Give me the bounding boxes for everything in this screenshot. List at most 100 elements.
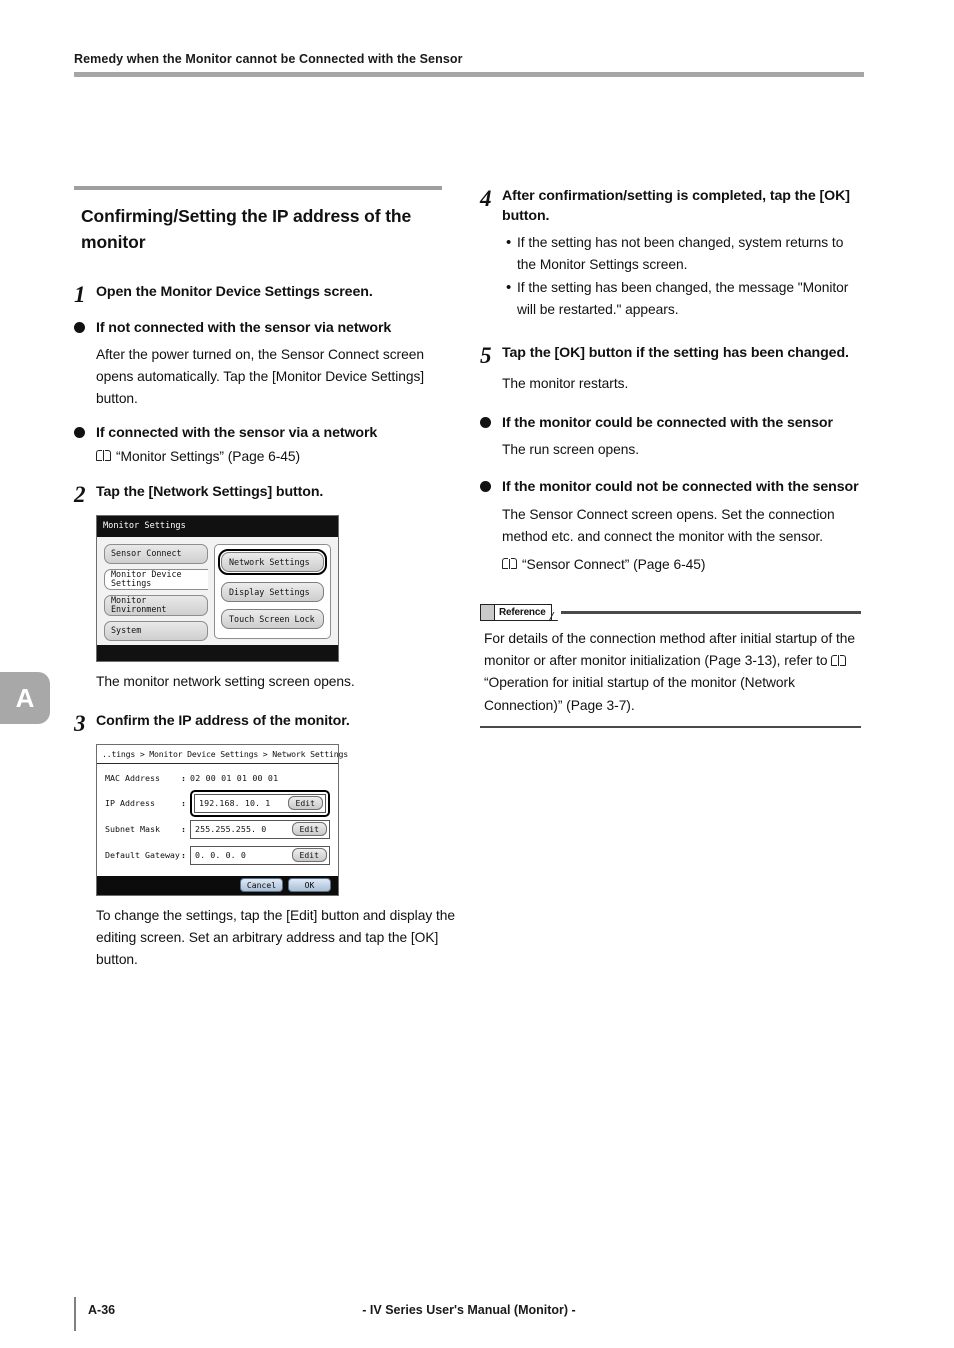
display-settings-button[interactable]: Display Settings bbox=[221, 582, 324, 603]
side-tab-label: A bbox=[15, 682, 35, 713]
right-bullet-2-heading: If the monitor could not be connected wi… bbox=[480, 477, 861, 497]
step-5-number: 5 bbox=[480, 342, 492, 368]
right-bullet-2-body: The Sensor Connect screen opens. Set the… bbox=[502, 506, 835, 544]
step-4-text: After confirmation/setting is completed,… bbox=[502, 188, 850, 225]
filled-circle-icon bbox=[480, 477, 502, 493]
step-4-bullet-list: • If the setting has not been changed, s… bbox=[506, 232, 861, 320]
book-icon bbox=[502, 558, 517, 570]
step-2: 2 Tap the [Network Settings] button. bbox=[74, 482, 455, 506]
right-column: 4 After confirmation/setting is complete… bbox=[480, 186, 861, 729]
row-subnet-mask: Subnet Mask : 255.255.255. 0 Edit bbox=[105, 819, 330, 839]
page-footer: A-36 - IV Series User's Manual (Monitor)… bbox=[74, 1297, 864, 1331]
reference-body-part1: For details of the connection method aft… bbox=[484, 630, 856, 668]
row-mac-address: MAC Address : 02 00 01 01 00 01 bbox=[105, 772, 330, 785]
network-settings-button[interactable]: Network Settings bbox=[221, 552, 324, 573]
default-gateway-label: Default Gateway bbox=[105, 850, 180, 861]
step-1-number: 1 bbox=[74, 281, 86, 307]
reference-tag: Reference bbox=[480, 603, 552, 621]
cross-reference-label: “Monitor Settings” (Page 6-45) bbox=[116, 448, 301, 464]
step-1-bullet-2-heading: If connected with the sensor via a netwo… bbox=[74, 423, 455, 443]
tab-monitor-environment[interactable]: Monitor Environment bbox=[104, 594, 208, 616]
reference-body: For details of the connection method aft… bbox=[480, 621, 861, 726]
subnet-mask-field[interactable]: 255.255.255. 0 Edit bbox=[190, 819, 330, 839]
list-item: • If the setting has been changed, the m… bbox=[506, 277, 861, 321]
step-1-bullet-1-body: After the power turned on, the Sensor Co… bbox=[96, 346, 425, 407]
ip-address-highlight: 192.168. 10. 1 Edit bbox=[190, 789, 330, 817]
monitor-settings-footer-bar bbox=[97, 645, 338, 662]
network-settings-footer-bar: Cancel OK bbox=[97, 875, 338, 895]
bullet-dot-icon: • bbox=[506, 234, 512, 252]
step-3-number: 3 bbox=[74, 710, 86, 736]
reference-swatch-icon bbox=[481, 604, 495, 620]
default-gateway-field[interactable]: 0. 0. 0. 0 Edit bbox=[190, 845, 330, 865]
step-3: 3 Confirm the IP address of the monitor. bbox=[74, 711, 455, 735]
step-5-text: Tap the [OK] button if the setting has b… bbox=[502, 344, 849, 361]
ip-address-edit-button[interactable]: Edit bbox=[287, 796, 323, 811]
ip-address-value: 192.168. 10. 1 bbox=[199, 798, 271, 809]
monitor-settings-button-panel: Network Settings Display Settings Touch … bbox=[214, 544, 331, 640]
step-4-number: 4 bbox=[480, 186, 492, 211]
default-gateway-colon: : bbox=[181, 850, 186, 861]
step-2-caption: The monitor network setting screen opens… bbox=[96, 674, 355, 690]
network-settings-screenshot: ..tings > Monitor Device Settings > Netw… bbox=[96, 743, 348, 896]
network-settings-breadcrumb: ..tings > Monitor Device Settings > Netw… bbox=[97, 744, 348, 764]
mac-address-colon: : bbox=[181, 773, 186, 784]
filled-circle-icon bbox=[74, 318, 96, 333]
ip-address-field[interactable]: 192.168. 10. 1 Edit bbox=[194, 793, 326, 813]
bullet-heading-label: If the monitor could not be connected wi… bbox=[502, 479, 859, 496]
bullet-heading-label: If not connected with the sensor via net… bbox=[96, 319, 392, 336]
step-2-number: 2 bbox=[74, 482, 86, 508]
mac-address-label: MAC Address bbox=[105, 773, 160, 784]
step-3-text: Confirm the IP address of the monitor. bbox=[96, 712, 350, 729]
step-1: 1 Open the Monitor Device Settings scree… bbox=[74, 282, 455, 306]
page-running-header: Remedy when the Monitor cannot be Connec… bbox=[74, 52, 864, 77]
step-5: 5 Tap the [OK] button if the setting has… bbox=[480, 343, 861, 367]
ip-address-colon: : bbox=[181, 798, 186, 809]
reference-box-header: Reference bbox=[480, 603, 861, 621]
cancel-button[interactable]: Cancel bbox=[240, 878, 283, 893]
subnet-mask-value: 255.255.255. 0 bbox=[195, 824, 267, 835]
step-5-caption: The monitor restarts. bbox=[502, 375, 629, 391]
page-title: Confirming/Setting the IP address of the… bbox=[81, 206, 412, 253]
left-column: Confirming/Setting the IP address of the… bbox=[74, 186, 455, 978]
section-rule bbox=[74, 186, 442, 190]
book-icon bbox=[831, 654, 847, 667]
network-settings-body: MAC Address : 02 00 01 01 00 01 IP Addre… bbox=[97, 763, 338, 876]
ok-button[interactable]: OK bbox=[288, 878, 331, 893]
touch-screen-lock-button-wrap: Touch Screen Lock bbox=[221, 609, 324, 630]
bullet-heading-label: If the monitor could be connected with t… bbox=[502, 414, 833, 431]
list-item-label: If the setting has not been changed, sys… bbox=[517, 235, 844, 273]
row-ip-address: IP Address : 192.168. 10. 1 Edit bbox=[105, 789, 330, 817]
reference-box: Reference For details of the connection … bbox=[480, 603, 861, 729]
monitor-settings-titlebar: Monitor Settings bbox=[97, 516, 338, 538]
side-tab-marker-a: A bbox=[0, 672, 50, 724]
footer-manual-title: - IV Series User's Manual (Monitor) - bbox=[362, 1303, 576, 1317]
cross-reference-label: “Sensor Connect” (Page 6-45) bbox=[522, 557, 706, 573]
header-rule bbox=[74, 72, 864, 77]
row-default-gateway: Default Gateway : 0. 0. 0. 0 Edit bbox=[105, 845, 330, 865]
right-bullet-1-body: The run screen opens. bbox=[502, 442, 639, 457]
network-settings-button-highlight: Network Settings bbox=[218, 549, 327, 576]
step-4: 4 After confirmation/setting is complete… bbox=[480, 186, 861, 226]
list-item: • If the setting has not been changed, s… bbox=[506, 232, 861, 276]
ip-address-label: IP Address bbox=[105, 798, 155, 809]
subnet-mask-edit-button[interactable]: Edit bbox=[291, 822, 327, 837]
reference-body-part2: “Operation for initial startup of the mo… bbox=[484, 675, 795, 713]
monitor-settings-screenshot: Monitor Settings Sensor Connect Monitor … bbox=[96, 515, 339, 663]
bullet-heading-label: If connected with the sensor via a netwo… bbox=[96, 424, 378, 441]
touch-screen-lock-button[interactable]: Touch Screen Lock bbox=[221, 609, 324, 630]
reference-tag-label: Reference bbox=[499, 606, 546, 618]
step-1-bullet-1-heading: If not connected with the sensor via net… bbox=[74, 318, 455, 338]
monitor-settings-tab-list: Sensor Connect Monitor Device Settings M… bbox=[104, 544, 208, 641]
monitor-settings-body: Sensor Connect Monitor Device Settings M… bbox=[97, 537, 338, 646]
bullet-dot-icon: • bbox=[506, 278, 512, 296]
tab-system[interactable]: System bbox=[104, 620, 208, 641]
filled-circle-icon bbox=[74, 423, 96, 438]
step-1-text: Open the Monitor Device Settings screen. bbox=[96, 283, 373, 300]
reference-top-rule bbox=[560, 611, 861, 614]
tab-monitor-device-settings[interactable]: Monitor Device Settings bbox=[104, 568, 208, 590]
tab-sensor-connect[interactable]: Sensor Connect bbox=[104, 544, 208, 564]
list-item-label: If the setting has been changed, the mes… bbox=[517, 279, 849, 317]
default-gateway-edit-button[interactable]: Edit bbox=[291, 848, 327, 863]
step-2-text: Tap the [Network Settings] button. bbox=[96, 484, 324, 501]
